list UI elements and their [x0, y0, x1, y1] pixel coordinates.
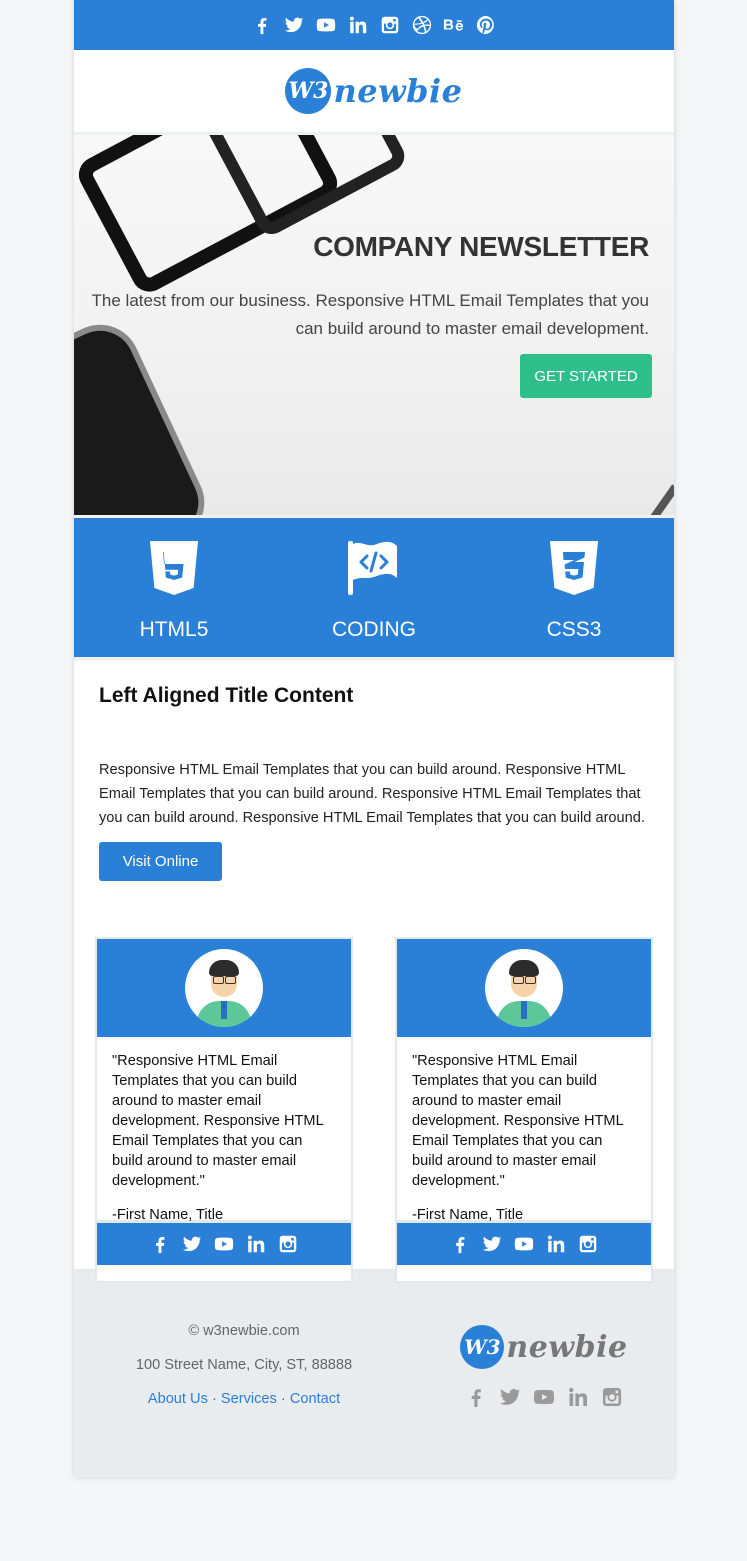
linkedin-icon[interactable]: [245, 1233, 267, 1255]
contact-link[interactable]: Contact: [290, 1391, 340, 1407]
avatar: [185, 949, 263, 1027]
hero-banner: COMPANY NEWSLETTER The latest from our b…: [74, 135, 674, 518]
card-header: [97, 939, 351, 1037]
coding-flag-icon: [348, 541, 397, 595]
logo-word: newbie: [333, 72, 463, 110]
instagram-icon[interactable]: [277, 1233, 299, 1255]
linkedin-icon[interactable]: [566, 1385, 590, 1409]
feature-css3: CSS3: [474, 518, 674, 657]
youtube-icon[interactable]: [513, 1233, 535, 1255]
testimonial-card: "Responsive HTML Email Templates that yo…: [95, 937, 353, 1283]
logo-header: W3 newbie: [74, 50, 674, 135]
services-link[interactable]: Services: [221, 1391, 277, 1407]
feature-label: CSS3: [546, 618, 602, 641]
link-separator: ·: [211, 1391, 217, 1407]
link-separator: ·: [280, 1391, 286, 1407]
email-container: W3 newbie COMPANY NEWSLETTER The latest …: [74, 0, 674, 1477]
about-us-link[interactable]: About Us: [148, 1391, 208, 1407]
testimonials: "Responsive HTML Email Templates that yo…: [74, 881, 674, 1283]
twitter-icon[interactable]: [481, 1233, 503, 1255]
behance-icon[interactable]: [443, 14, 465, 36]
youtube-icon[interactable]: [532, 1385, 556, 1409]
footer-social: [464, 1385, 624, 1409]
top-social-bar: [74, 0, 674, 50]
hero-text: The latest from our business. Responsive…: [91, 291, 649, 338]
linkedin-icon[interactable]: [347, 14, 369, 36]
youtube-icon[interactable]: [315, 14, 337, 36]
footer: © w3newbie.com 100 Street Name, City, ST…: [74, 1269, 674, 1477]
instagram-icon[interactable]: [600, 1385, 624, 1409]
footer-links: About Us · Services · Contact: [74, 1391, 414, 1425]
w3newbie-logo[interactable]: W3 newbie: [285, 68, 462, 114]
pinterest-icon[interactable]: [475, 14, 497, 36]
features-bar: HTML5 CODING CSS3: [74, 518, 674, 660]
section-body: Responsive HTML Email Templates that you…: [99, 762, 645, 826]
testimonial-quote: "Responsive HTML Email Templates that yo…: [412, 1053, 624, 1189]
footer-logo[interactable]: W3 newbie: [460, 1325, 627, 1369]
logo-badge: W3: [285, 68, 332, 114]
card-body: "Responsive HTML Email Templates that yo…: [397, 1037, 651, 1223]
twitter-icon[interactable]: [283, 14, 305, 36]
feature-html5: HTML5: [74, 518, 274, 657]
copyright: © w3newbie.com: [188, 1323, 300, 1339]
feature-label: HTML5: [139, 618, 209, 641]
youtube-icon[interactable]: [213, 1233, 235, 1255]
instagram-icon[interactable]: [379, 14, 401, 36]
linkedin-icon[interactable]: [545, 1233, 567, 1255]
feature-label: CODING: [332, 618, 416, 641]
card-header: [397, 939, 651, 1037]
twitter-icon[interactable]: [181, 1233, 203, 1255]
logo-word: newbie: [506, 1329, 628, 1365]
html5-icon: [150, 541, 198, 595]
hero-title: COMPANY NEWSLETTER: [313, 231, 649, 262]
instagram-icon[interactable]: [577, 1233, 599, 1255]
visit-online-button[interactable]: Visit Online: [99, 842, 222, 881]
facebook-icon[interactable]: [149, 1233, 171, 1255]
card-social-bar: [397, 1223, 651, 1265]
feature-coding: CODING: [274, 518, 474, 657]
card-social-bar: [97, 1223, 351, 1265]
twitter-icon[interactable]: [498, 1385, 522, 1409]
testimonial-quote: "Responsive HTML Email Templates that yo…: [112, 1053, 324, 1189]
css3-icon: [550, 541, 598, 595]
facebook-icon[interactable]: [251, 14, 273, 36]
get-started-button[interactable]: GET STARTED: [520, 354, 652, 398]
card-body: "Responsive HTML Email Templates that yo…: [97, 1037, 351, 1223]
logo-badge: W3: [460, 1325, 505, 1369]
section-title: Left Aligned Title Content: [99, 684, 354, 707]
testimonial-card: "Responsive HTML Email Templates that yo…: [395, 937, 653, 1283]
dribbble-icon[interactable]: [411, 14, 433, 36]
content-section: Left Aligned Title Content Responsive HT…: [74, 660, 674, 881]
facebook-icon[interactable]: [464, 1385, 488, 1409]
avatar: [485, 949, 563, 1027]
footer-brand: W3 newbie: [414, 1269, 674, 1477]
facebook-icon[interactable]: [449, 1233, 471, 1255]
footer-info: © w3newbie.com 100 Street Name, City, ST…: [74, 1269, 414, 1477]
pen-image: [649, 484, 674, 515]
address: 100 Street Name, City, ST, 88888: [135, 1357, 353, 1373]
testimonial-attribution: -First Name, Title: [412, 1207, 524, 1223]
testimonial-attribution: -First Name, Title: [112, 1207, 224, 1223]
